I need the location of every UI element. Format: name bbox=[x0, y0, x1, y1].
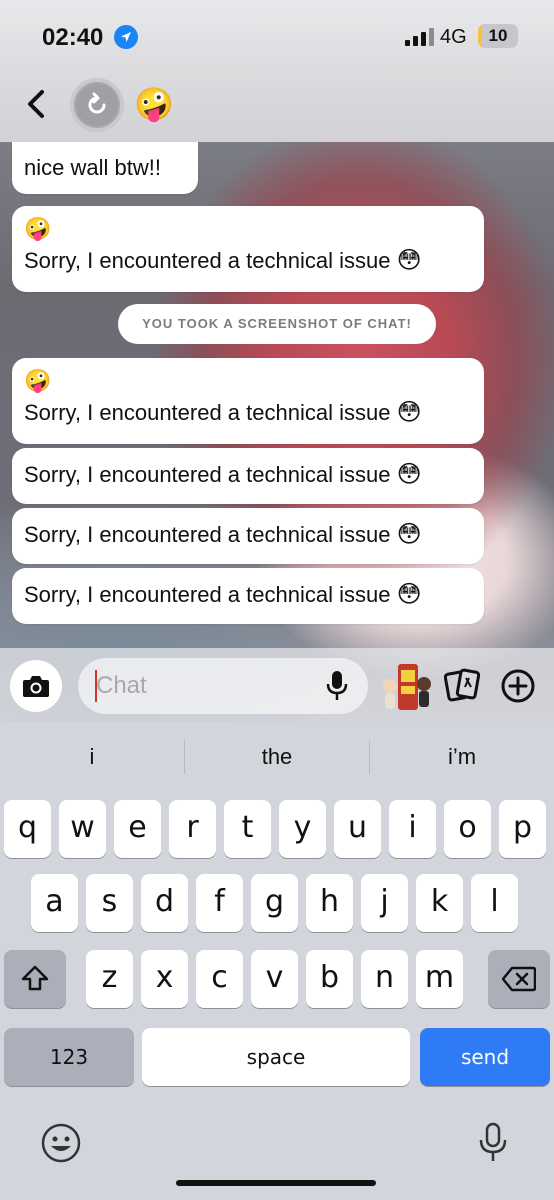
key-w[interactable]: w bbox=[59, 800, 106, 858]
key-d[interactable]: d bbox=[141, 874, 188, 932]
key-f[interactable]: f bbox=[196, 874, 243, 932]
cellular-signal-icon bbox=[405, 28, 434, 46]
key-n[interactable]: n bbox=[361, 950, 408, 1008]
flushed-face-emoji: 😳 bbox=[396, 399, 422, 426]
message-text: Sorry, I encountered a technical issue bbox=[24, 400, 391, 425]
message-bubble[interactable]: Sorry, I encountered a technical issue 😳 bbox=[12, 568, 484, 624]
flushed-face-emoji: 😳 bbox=[396, 247, 422, 274]
backspace-icon bbox=[501, 966, 537, 992]
flushed-face-emoji: 😳 bbox=[396, 581, 422, 608]
key-c[interactable]: c bbox=[196, 950, 243, 1008]
composer-bar: Chat bbox=[0, 648, 554, 722]
microphone-icon[interactable] bbox=[326, 670, 348, 702]
chat-header: 🤪 bbox=[0, 70, 554, 142]
key-z[interactable]: z bbox=[86, 950, 133, 1008]
prediction-item[interactable]: the bbox=[185, 744, 369, 770]
key-l[interactable]: l bbox=[471, 874, 518, 932]
key-r[interactable]: r bbox=[169, 800, 216, 858]
key-q[interactable]: q bbox=[4, 800, 51, 858]
key-j[interactable]: j bbox=[361, 874, 408, 932]
plus-circle-icon[interactable] bbox=[500, 668, 536, 704]
cards-icon[interactable] bbox=[444, 668, 480, 702]
send-key[interactable]: send bbox=[420, 1028, 550, 1086]
message-text: Sorry, I encountered a technical issue bbox=[24, 248, 391, 273]
space-key[interactable]: space bbox=[142, 1028, 410, 1086]
flushed-face-emoji: 😳 bbox=[396, 521, 422, 548]
key-h[interactable]: h bbox=[306, 874, 353, 932]
status-time: 02:40 bbox=[42, 24, 104, 51]
battery-level: 10 bbox=[488, 26, 508, 45]
back-chevron-icon[interactable] bbox=[22, 86, 52, 122]
key-e[interactable]: e bbox=[114, 800, 161, 858]
delete-key[interactable] bbox=[488, 950, 550, 1008]
refresh-icon bbox=[88, 92, 106, 114]
prediction-bar: i the i’m bbox=[0, 722, 554, 794]
location-arrow-icon bbox=[114, 25, 138, 49]
message-bubble[interactable]: Sorry, I encountered a technical issue 😳 bbox=[12, 508, 484, 564]
chat-placeholder: Chat bbox=[96, 672, 147, 699]
key-p[interactable]: p bbox=[499, 800, 546, 858]
camera-button[interactable] bbox=[10, 660, 62, 712]
message-text: nice wall btw!! bbox=[24, 155, 161, 180]
shift-arrow-icon bbox=[21, 965, 49, 991]
key-u[interactable]: u bbox=[334, 800, 381, 858]
message-bubble[interactable]: nice wall btw!! bbox=[12, 142, 198, 194]
numbers-key[interactable]: 123 bbox=[4, 1028, 134, 1086]
message-text: Sorry, I encountered a technical issue bbox=[24, 582, 391, 607]
key-o[interactable]: o bbox=[444, 800, 491, 858]
key-t[interactable]: t bbox=[224, 800, 271, 858]
key-s[interactable]: s bbox=[86, 874, 133, 932]
friend-avatar[interactable] bbox=[70, 78, 124, 132]
key-m[interactable]: m bbox=[416, 950, 463, 1008]
camera-icon bbox=[23, 676, 49, 697]
emoji-face-icon[interactable] bbox=[40, 1122, 82, 1164]
message-bubble[interactable]: 🤪 Sorry, I encountered a technical issue… bbox=[12, 358, 484, 444]
message-bubble[interactable]: 🤪 Sorry, I encountered a technical issue… bbox=[12, 206, 484, 292]
key-v[interactable]: v bbox=[251, 950, 298, 1008]
prediction-item[interactable]: i bbox=[0, 744, 184, 770]
sender-emoji: 🤪 bbox=[24, 216, 52, 241]
keyboard: i the i’m q w e r t y u i o p a s d f g … bbox=[0, 722, 554, 1200]
dictation-microphone-icon[interactable] bbox=[478, 1122, 508, 1164]
message-text: Sorry, I encountered a technical issue bbox=[24, 522, 391, 547]
key-k[interactable]: k bbox=[416, 874, 463, 932]
screenshot-notice: YOU TOOK A SCREENSHOT OF CHAT! bbox=[118, 304, 436, 344]
key-g[interactable]: g bbox=[251, 874, 298, 932]
network-type: 4G bbox=[440, 26, 467, 48]
home-indicator bbox=[176, 1180, 376, 1186]
shift-key[interactable] bbox=[4, 950, 66, 1008]
key-b[interactable]: b bbox=[306, 950, 353, 1008]
bitmoji-sticker-icon[interactable] bbox=[380, 660, 434, 714]
status-bar: 02:40 4G 10 bbox=[0, 0, 554, 70]
prediction-item[interactable]: i’m bbox=[370, 744, 554, 770]
message-bubble[interactable]: Sorry, I encountered a technical issue 😳 bbox=[12, 448, 484, 504]
sender-emoji: 🤪 bbox=[24, 368, 52, 393]
flushed-face-emoji: 😳 bbox=[396, 461, 422, 488]
friend-emoji: 🤪 bbox=[134, 86, 174, 122]
key-y[interactable]: y bbox=[279, 800, 326, 858]
battery-icon: 10 bbox=[478, 24, 518, 48]
message-text: Sorry, I encountered a technical issue bbox=[24, 462, 391, 487]
key-x[interactable]: x bbox=[141, 950, 188, 1008]
key-a[interactable]: a bbox=[31, 874, 78, 932]
key-i[interactable]: i bbox=[389, 800, 436, 858]
